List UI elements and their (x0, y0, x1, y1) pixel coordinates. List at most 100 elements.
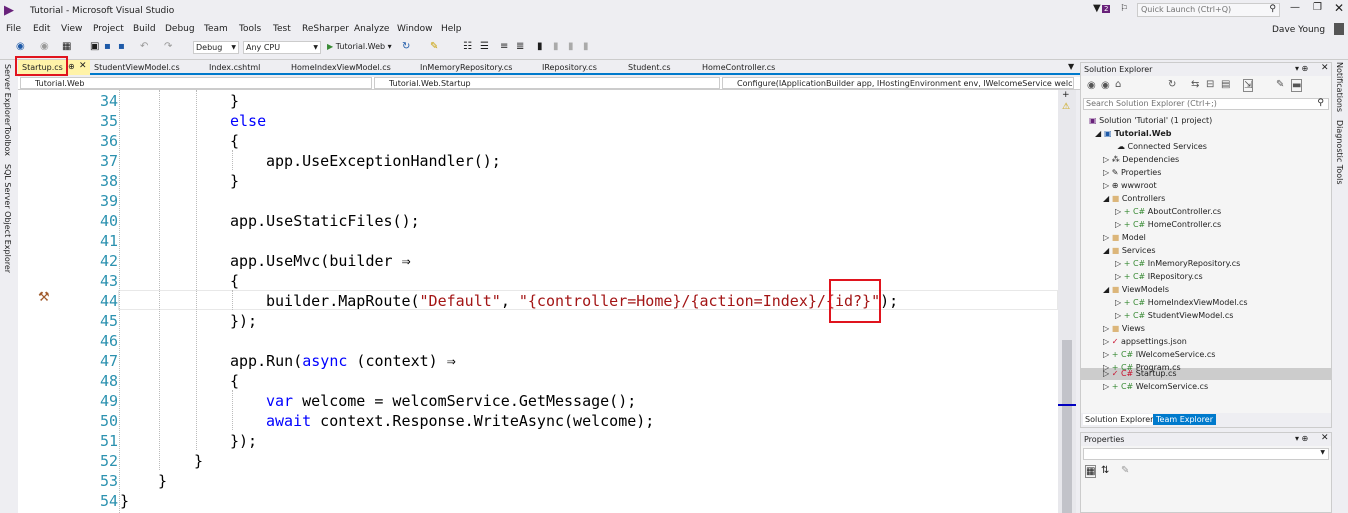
tab-homeindexviewmodel[interactable]: HomeIndexViewModel.cs (291, 63, 391, 72)
tree-item-solution[interactable]: ▣ Solution 'Tutorial' (1 project) (1089, 116, 1212, 125)
toolbox-tab[interactable]: Toolbox (3, 126, 12, 156)
tab-homecontroller[interactable]: HomeController.cs (702, 63, 775, 72)
filter-icon[interactable]: ▼ (1093, 3, 1101, 14)
menu-team[interactable]: Team (204, 24, 228, 34)
home-icon[interactable]: ⌂ (1115, 79, 1121, 90)
properties-icon[interactable]: ✎ (1276, 79, 1284, 90)
menu-help[interactable]: Help (441, 24, 462, 34)
sync-icon[interactable]: ↻ (1168, 79, 1176, 90)
refresh-icon[interactable]: ⇆ (1191, 79, 1199, 90)
refresh-icon[interactable]: ↻ (402, 41, 410, 52)
config-select[interactable]: Debug ▼ (193, 41, 239, 54)
diagnostic-tools-tab[interactable]: Diagnostic Tools (1335, 120, 1344, 185)
avatar[interactable] (1334, 23, 1344, 35)
tree-item-model[interactable]: ▷ ■ Model (1103, 233, 1146, 242)
bookmark-next-icon[interactable]: ▮ (568, 41, 574, 52)
project-dropdown[interactable]: Tutorial.Web (20, 77, 372, 89)
menu-resharper[interactable]: ReSharper (302, 24, 349, 34)
tab-inmemoryrepository[interactable]: InMemoryRepository.cs (420, 63, 512, 72)
tab-index-cshtml[interactable]: Index.cshtml (209, 63, 260, 72)
tree-item-viewmodels[interactable]: ◢ ■ ViewModels (1103, 285, 1169, 294)
tab-solution-explorer[interactable]: Solution Explorer (1083, 414, 1156, 425)
minimize-button[interactable]: — (1290, 2, 1300, 13)
split-icon[interactable]: + (1062, 90, 1070, 100)
preview-icon[interactable]: ▬ (1291, 79, 1303, 92)
undo-icon[interactable]: ↶ (140, 41, 148, 52)
tree-item-startup[interactable]: ▷ ✓ C# Startup.cs (1103, 369, 1177, 378)
vertical-scrollbar[interactable]: + ⚠ (1058, 90, 1076, 513)
tab-student[interactable]: Student.cs (628, 63, 671, 72)
run-button[interactable]: ▶ Tutorial.Web ▾ (327, 42, 392, 51)
properties-object-select[interactable]: ▼ (1083, 448, 1329, 460)
tree-item-dependencies[interactable]: ▷ ⁂ Dependencies (1103, 155, 1179, 164)
tree-item-controllers[interactable]: ◢ ■ Controllers (1103, 194, 1165, 203)
back-icon[interactable]: ◉ (16, 41, 25, 52)
tree-item-wwwroot[interactable]: ▷ ⊕ wwwroot (1103, 181, 1157, 190)
menu-file[interactable]: File (6, 24, 21, 34)
menu-window[interactable]: Window (397, 24, 433, 34)
tab-team-explorer[interactable]: Team Explorer (1153, 414, 1216, 425)
categorized-icon[interactable]: ▦ (1085, 465, 1097, 478)
filter-icon[interactable]: ⇲ (1243, 79, 1254, 92)
tree-item-welcomservice[interactable]: ▷ + C# WelcomService.cs (1103, 382, 1208, 391)
redo-icon[interactable]: ↷ (164, 41, 172, 52)
pin-icon[interactable]: ▾ ⊕ (1295, 434, 1308, 443)
new-project-icon[interactable]: ▦ (62, 41, 71, 52)
forward-icon[interactable]: ◉ (1101, 80, 1110, 91)
property-pages-icon[interactable]: ✎ (1121, 465, 1129, 476)
notifications-tab[interactable]: Notifications (1335, 62, 1344, 112)
tree-item-iwelcomeservice[interactable]: ▷ + C# IWelcomeService.cs (1103, 350, 1215, 359)
code-editor[interactable]: ⚒ 34 35 36 37 38 39 40 41 42 43 44 45 46… (18, 90, 1058, 513)
tree-item-project[interactable]: ◢ ▣ Tutorial.Web (1095, 129, 1171, 138)
member-dropdown[interactable]: Configure(IApplicationBuilder app, IHost… (722, 77, 1074, 89)
menu-test[interactable]: Test (273, 24, 291, 34)
tree-item-properties[interactable]: ▷ ✎ Properties (1103, 168, 1161, 177)
platform-select[interactable]: Any CPU ▼ (243, 41, 321, 54)
close-tab-icon[interactable]: ✕ (79, 61, 87, 71)
sql-server-object-explorer-tab[interactable]: SQL Server Object Explorer (3, 164, 12, 273)
tree-item-connected-services[interactable]: ☁ Connected Services (1117, 142, 1207, 151)
tree-item-appsettings[interactable]: ▷ ✓ appsettings.json (1103, 337, 1187, 346)
bookmark-icon[interactable]: ▮ (537, 41, 543, 52)
menu-debug[interactable]: Debug (165, 24, 195, 34)
tree-item-views[interactable]: ▷ ■ Views (1103, 324, 1145, 333)
menu-project[interactable]: Project (93, 24, 124, 34)
bookmark-prev-icon[interactable]: ▮ (553, 41, 559, 52)
save-all-icon[interactable]: ▪ (118, 41, 125, 52)
menu-analyze[interactable]: Analyze (354, 24, 389, 34)
restore-button[interactable]: ❐ (1313, 2, 1322, 13)
pin-icon[interactable]: ▾ ⊕ (1295, 64, 1308, 73)
tree-item-homecontroller[interactable]: ▷ + C# HomeController.cs (1115, 220, 1221, 229)
menu-edit[interactable]: Edit (33, 24, 50, 34)
tree-item-inmemoryrepository[interactable]: ▷ + C# InMemoryRepository.cs (1115, 259, 1240, 268)
align-icon[interactable]: ☷ (463, 41, 472, 52)
class-dropdown[interactable]: Tutorial.Web.Startup (374, 77, 720, 89)
close-window-button[interactable]: ✕ (1334, 1, 1344, 15)
close-icon[interactable]: ✕ (1321, 63, 1329, 73)
open-icon[interactable]: ▣ (90, 41, 99, 52)
menu-tools[interactable]: Tools (239, 24, 261, 34)
scrollbar-thumb[interactable] (1062, 340, 1072, 513)
tab-overflow-icon[interactable]: ▼ (1068, 62, 1074, 71)
show-all-icon[interactable]: ▤ (1221, 79, 1230, 90)
tree-item-irepository[interactable]: ▷ + C# IRepository.cs (1115, 272, 1203, 281)
collapse-icon[interactable]: ⊟ (1206, 79, 1214, 90)
back-icon[interactable]: ◉ (1087, 80, 1096, 91)
uncomment-icon[interactable]: ≣ (516, 41, 524, 52)
tree-item-aboutcontroller[interactable]: ▷ + C# AboutController.cs (1115, 207, 1221, 216)
feedback-icon[interactable]: ⚐ (1120, 4, 1128, 14)
notification-badge[interactable]: 2 (1102, 5, 1111, 13)
tab-studentviewmodel[interactable]: StudentViewModel.cs (94, 63, 180, 72)
quick-launch-input[interactable]: Quick Launch (Ctrl+Q) ⚲ (1137, 3, 1280, 17)
solution-explorer-search[interactable]: Search Solution Explorer (Ctrl+;) ⚲ (1083, 98, 1329, 110)
format-icon[interactable]: ☰ (480, 41, 489, 52)
tree-item-homeindexviewmodel[interactable]: ▷ + C# HomeIndexViewModel.cs (1115, 298, 1248, 307)
comment-icon[interactable]: ≡ (500, 41, 508, 52)
screwdriver-icon[interactable]: ⚒ (38, 290, 50, 305)
browser-link-icon[interactable]: ✎ (430, 41, 438, 52)
tree-item-studentviewmodel[interactable]: ▷ + C# StudentViewModel.cs (1115, 311, 1233, 320)
alphabetical-icon[interactable]: ⇅ (1101, 465, 1109, 476)
server-explorer-tab[interactable]: Server Explorer (3, 64, 12, 126)
tab-irepository[interactable]: IRepository.cs (542, 63, 597, 72)
tree-item-services[interactable]: ◢ ■ Services (1103, 246, 1156, 255)
